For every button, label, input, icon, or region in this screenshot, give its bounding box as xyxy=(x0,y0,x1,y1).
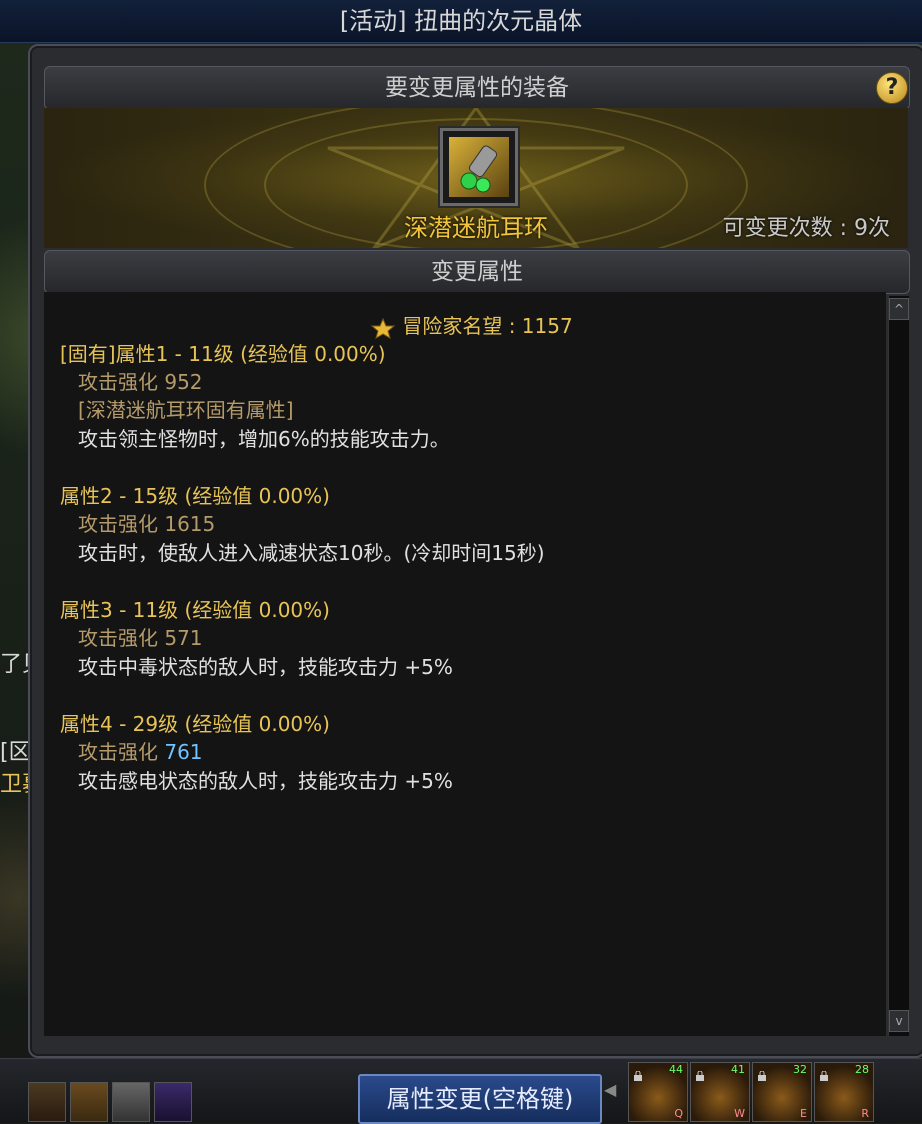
skill-bar-arrow-icon[interactable]: ◀ xyxy=(604,1080,616,1099)
skill-level: 32 xyxy=(793,1063,807,1076)
attribute-heading: 属性2 - 15级 (经验值 0.00%) xyxy=(60,484,330,508)
reputation-crest-icon xyxy=(370,317,396,339)
skill-slot[interactable]: 28 R xyxy=(814,1062,874,1122)
change-count: 可变更次数 : 9次 xyxy=(722,216,890,241)
lock-icon xyxy=(633,1066,643,1081)
stat-value: 1615 xyxy=(164,512,216,536)
lock-icon xyxy=(757,1066,767,1081)
skill-hotkey: Q xyxy=(674,1107,683,1120)
attribute-stat: 攻击强化 571 xyxy=(78,622,203,651)
skill-hotkey: E xyxy=(800,1107,807,1120)
stat-value: 571 xyxy=(164,626,203,650)
stat-value: 952 xyxy=(164,370,203,394)
skill-hotkey: R xyxy=(861,1107,869,1120)
earring-item-icon xyxy=(449,137,509,197)
hotbar-slot[interactable] xyxy=(112,1082,150,1122)
attribute-description: 攻击感电状态的敌人时，技能攻击力 +5% xyxy=(78,769,453,793)
attribute-heading: 属性3 - 11级 (经验值 0.00%) xyxy=(60,598,330,622)
adventurer-reputation: 冒险家名望 : 1157 xyxy=(370,310,573,339)
stat-label: 攻击强化 xyxy=(78,512,158,536)
change-attribute-button[interactable]: 属性变更(空格键) xyxy=(358,1074,602,1124)
attribute-description: 攻击中毒状态的敌人时，技能攻击力 +5% xyxy=(78,655,453,679)
equipment-slot[interactable] xyxy=(440,128,518,206)
lock-icon xyxy=(695,1066,705,1081)
attribute-scrollbar[interactable]: ^ v xyxy=(888,296,909,1036)
attribute-tag: [深潜迷航耳环固有属性] xyxy=(78,398,294,422)
scroll-up-button[interactable]: ^ xyxy=(889,298,909,320)
skill-level: 41 xyxy=(731,1063,745,1076)
help-icon[interactable]: ? xyxy=(876,72,908,104)
scroll-down-button[interactable]: v xyxy=(889,1010,909,1032)
attr-section-header: 变更属性 xyxy=(44,250,910,294)
skill-level: 44 xyxy=(669,1063,683,1076)
attribute-heading: 属性4 - 29级 (经验值 0.00%) xyxy=(60,712,330,736)
stat-label: 攻击强化 xyxy=(78,740,158,764)
skill-slot[interactable]: 32 E xyxy=(752,1062,812,1122)
hotbar-slot[interactable] xyxy=(70,1082,108,1122)
stat-value: 761 xyxy=(164,740,203,764)
lock-icon xyxy=(819,1066,829,1081)
reputation-label: 冒险家名望 : 1157 xyxy=(402,314,573,338)
skill-slot[interactable]: 44 Q xyxy=(628,1062,688,1122)
attribute-description: 攻击领主怪物时，增加6%的技能攻击力。 xyxy=(78,427,450,451)
attribute-description: 攻击时，使敌人进入减速状态10秒。(冷却时间15秒) xyxy=(78,541,545,565)
window-title[interactable]: [活动] 扭曲的次元晶体 xyxy=(0,0,922,43)
attribute-stat: 攻击强化 761 xyxy=(78,736,203,765)
background-fragment: [区 xyxy=(0,740,31,765)
attribute-heading: [固有]属性1 - 11级 (经验值 0.00%) xyxy=(60,342,386,366)
equip-section-header: 要变更属性的装备 xyxy=(44,66,910,110)
attribute-stat: 攻击强化 1615 xyxy=(78,508,215,537)
hotbar-slot[interactable] xyxy=(154,1082,192,1122)
equipment-name: 深潜迷航耳环 xyxy=(404,214,548,242)
hotbar-slot[interactable] xyxy=(28,1082,66,1122)
skill-hotkey: W xyxy=(734,1107,745,1120)
attribute-stat: 攻击强化 952 xyxy=(78,366,203,395)
stat-label: 攻击强化 xyxy=(78,626,158,650)
skill-slot[interactable]: 41 W xyxy=(690,1062,750,1122)
skill-level: 28 xyxy=(855,1063,869,1076)
stat-label: 攻击强化 xyxy=(78,370,158,394)
